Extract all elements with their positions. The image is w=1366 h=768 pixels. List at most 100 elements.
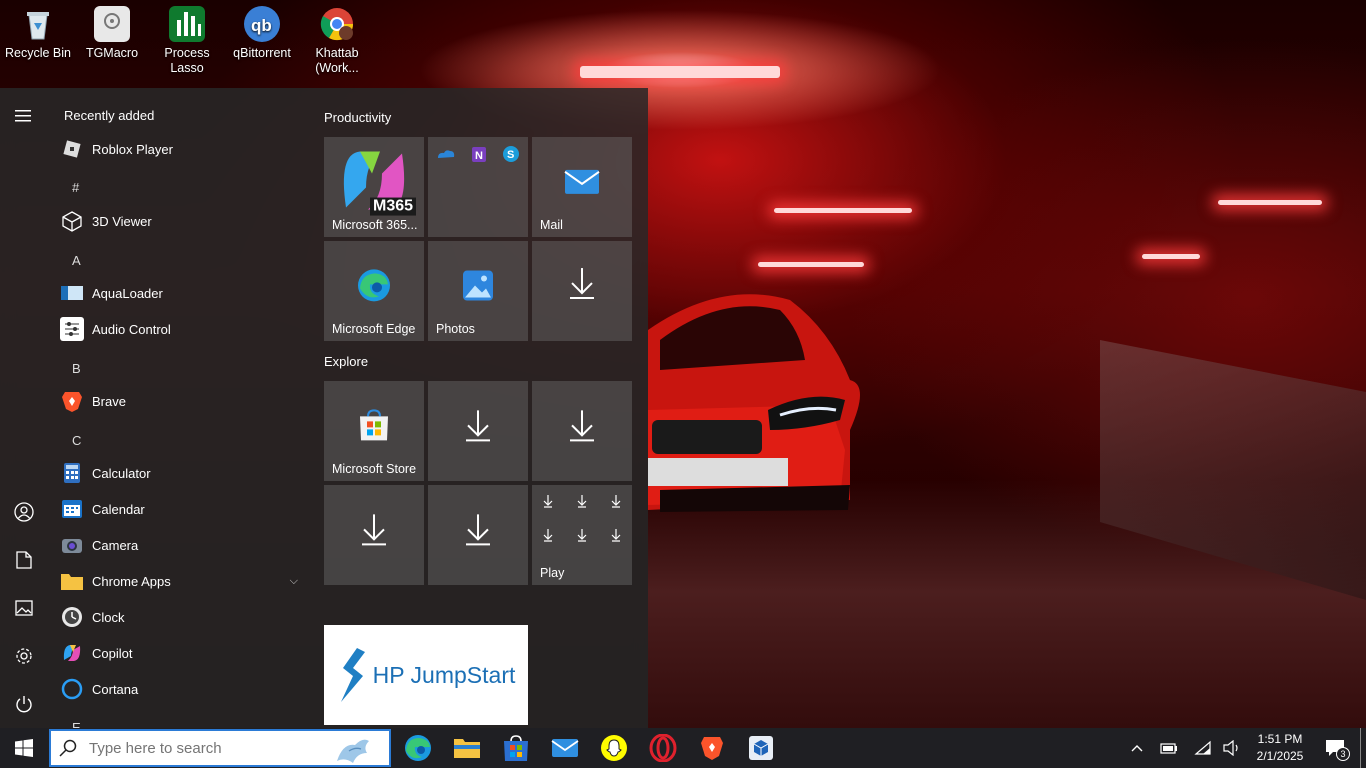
desktop-icon-recycle-bin[interactable]: Recycle Bin [0, 4, 76, 61]
app-item-roblox-player[interactable]: Roblox Player [60, 131, 306, 167]
chevron-down-icon[interactable]: ⌵ [290, 575, 298, 588]
wallpaper-ceiling-light [580, 66, 780, 78]
wallpaper-light-strip [774, 208, 912, 213]
app-item-chrome-apps[interactable]: Chrome Apps ⌵ [60, 563, 306, 599]
taskbar-mail[interactable] [549, 732, 581, 764]
download-arrows-grid-icon [543, 495, 621, 542]
app-label: Brave [92, 393, 126, 409]
svg-text:N: N [475, 150, 483, 162]
tile-downloading[interactable] [428, 381, 528, 481]
cortana-icon [60, 677, 84, 701]
app-item-calendar[interactable]: Calendar [60, 491, 306, 527]
show-hidden-icons-button[interactable] [1124, 728, 1150, 768]
mail-icon [564, 168, 600, 201]
app-label: Chrome Apps [92, 573, 171, 589]
pictures-button[interactable] [0, 586, 48, 630]
battery-icon [1160, 743, 1177, 754]
section-letter[interactable]: B [72, 361, 81, 376]
taskbar-cube-app[interactable] [745, 732, 777, 764]
snapchat-icon [601, 735, 627, 761]
desktop-icon-khattab[interactable]: Khattab (Work... [299, 4, 375, 76]
show-desktop-button[interactable] [1360, 728, 1361, 768]
power-button[interactable] [0, 682, 48, 726]
app-item-audio-control[interactable]: Audio Control [60, 311, 306, 347]
document-icon [16, 551, 32, 569]
group-title-productivity[interactable]: Productivity [324, 110, 391, 125]
app-item-brave[interactable]: Brave [60, 383, 306, 419]
app-item-copilot[interactable]: Copilot [60, 635, 306, 671]
tile-office-folder[interactable]: N S [428, 137, 528, 237]
edge-icon [405, 735, 431, 761]
copilot-icon [60, 641, 84, 665]
tile-microsoft-store[interactable]: Microsoft Store [324, 381, 424, 481]
tile-label: HP JumpStart [372, 661, 516, 688]
desktop-icon-tgmacro[interactable]: TGMacro [74, 4, 150, 61]
tile-microsoft-365[interactable]: M365 Microsoft 365... [324, 137, 424, 237]
hp-jumpstart-logo-icon [340, 648, 365, 702]
account-button[interactable] [0, 490, 48, 534]
edge-icon [357, 268, 391, 307]
app-label: Cortana [92, 681, 139, 697]
battery-tray-button[interactable] [1156, 728, 1182, 768]
tile-label: Microsoft Store [332, 462, 417, 476]
app-item-camera[interactable]: Camera [60, 527, 306, 563]
tile-microsoft-edge[interactable]: Microsoft Edge [324, 241, 424, 341]
tile-downloading[interactable] [324, 485, 424, 585]
search-input[interactable] [89, 739, 329, 757]
app-label: AquaLoader [92, 285, 163, 301]
tile-downloading[interactable] [532, 381, 632, 481]
app-item-clock[interactable]: Clock [60, 599, 306, 635]
taskbar-microsoft-store[interactable] [500, 732, 532, 764]
tile-label: Microsoft 365... [332, 218, 418, 232]
tile-mail[interactable]: Mail [532, 137, 632, 237]
start-button[interactable] [0, 728, 48, 768]
tile-downloading[interactable] [532, 241, 632, 341]
app-cube-icon [749, 736, 773, 760]
svg-text:qb: qb [251, 16, 272, 35]
desktop-icon-label: qBittorrent [233, 46, 291, 60]
taskbar-brave[interactable] [696, 732, 728, 764]
taskbar-snapchat[interactable] [598, 732, 630, 764]
taskbar-opera[interactable] [647, 732, 679, 764]
app-item-aqualoader[interactable]: AquaLoader [60, 275, 306, 311]
volume-tray-button[interactable] [1219, 728, 1245, 768]
desktop-icon-label: Recycle Bin [5, 46, 71, 60]
app-item-3d-viewer[interactable]: 3D Viewer [60, 203, 306, 239]
tile-play-folder[interactable]: Play [532, 485, 632, 585]
cube-icon [60, 209, 84, 233]
app-item-cortana[interactable]: Cortana [60, 671, 306, 707]
section-letter[interactable]: E [72, 720, 81, 728]
app-label: Camera [92, 537, 139, 553]
wallpaper-light-strip [1218, 200, 1322, 205]
group-title-explore[interactable]: Explore [324, 354, 368, 369]
download-arrow-icon [569, 266, 595, 309]
taskbar-file-explorer[interactable] [451, 732, 483, 764]
settings-button[interactable] [0, 634, 48, 678]
desktop-icon-label: TGMacro [85, 46, 139, 60]
clock-icon [60, 605, 84, 629]
documents-button[interactable] [0, 538, 48, 582]
app-item-calculator[interactable]: Calculator [60, 455, 306, 491]
app-label: Calendar [92, 501, 145, 517]
section-letter[interactable]: A [72, 253, 81, 268]
taskbar: 1:51 PM 2/1/2025 3 [0, 728, 1366, 768]
section-letter[interactable]: C [72, 433, 81, 448]
desktop-icon-label: Process Lasso [164, 46, 210, 75]
speaker-icon [1223, 740, 1238, 756]
network-tray-button[interactable] [1190, 728, 1216, 768]
action-center-button[interactable]: 3 [1320, 728, 1350, 768]
taskbar-clock[interactable]: 1:51 PM 2/1/2025 [1250, 731, 1310, 765]
section-letter[interactable]: # [72, 180, 79, 195]
expand-menu-button[interactable] [0, 94, 48, 138]
tile-hp-jumpstart[interactable]: HP JumpStart [324, 625, 528, 725]
search-box[interactable] [49, 729, 391, 767]
tile-downloading[interactable] [428, 485, 528, 585]
mail-icon [551, 739, 579, 757]
taskbar-edge[interactable] [402, 732, 434, 764]
clock-date: 2/1/2025 [1256, 749, 1304, 763]
desktop-icon-process-lasso[interactable]: Process Lasso [149, 4, 225, 76]
tile-photos[interactable]: Photos [428, 241, 528, 341]
tile-label: Mail [540, 218, 563, 232]
desktop-icon-qbittorrent[interactable]: qb qBittorrent [224, 4, 300, 61]
app-label: Calculator [92, 465, 151, 481]
